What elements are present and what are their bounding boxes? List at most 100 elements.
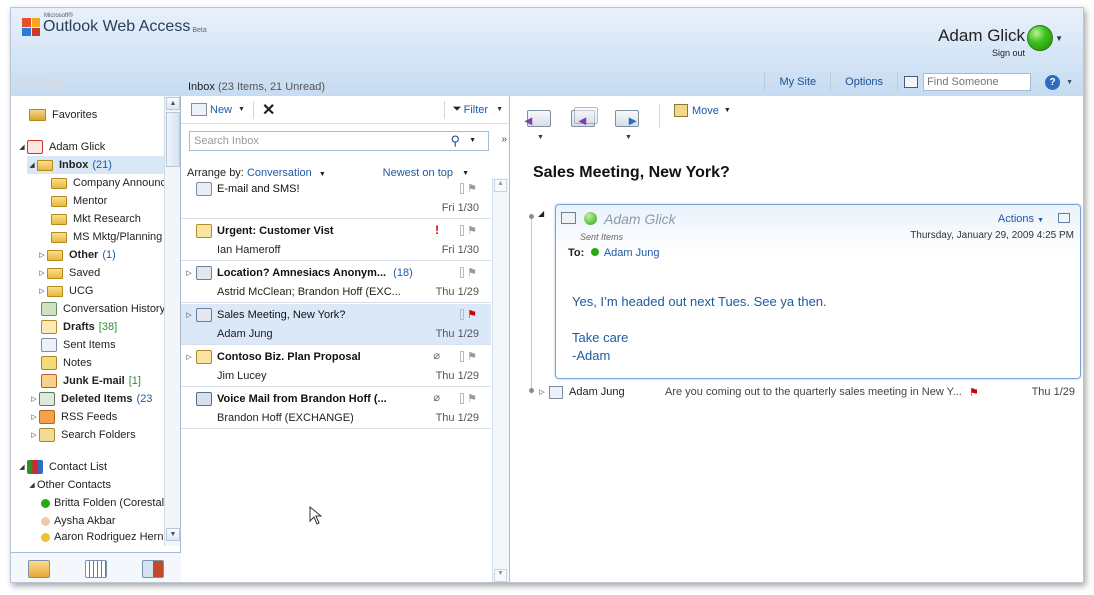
list-scrollbar[interactable]: ▲ ▼ [492, 178, 509, 582]
expand-icon[interactable]: ▷ [29, 395, 39, 403]
search-icon[interactable]: ⚲ [450, 133, 460, 149]
address-book-icon[interactable] [904, 76, 919, 88]
delete-icon[interactable]: ✕ [262, 100, 275, 120]
my-site-link[interactable]: My Site [771, 76, 824, 88]
folder-inbox[interactable]: ◢ Inbox (21) [27, 156, 164, 174]
search-caret-icon[interactable]: ▼ [469, 137, 476, 144]
scroll-up-icon[interactable]: ▲ [166, 97, 180, 110]
new-mail-icon[interactable] [191, 103, 207, 116]
expand-icon[interactable]: ▷ [535, 388, 549, 396]
reply-all-button[interactable]: ◂ [569, 102, 599, 132]
folder-mkt-research[interactable]: Mkt Research [51, 210, 141, 228]
contact-aaron[interactable]: Aaron Rodriguez Hern [41, 530, 163, 544]
scroll-down-icon[interactable]: ▼ [166, 528, 180, 541]
flag-icon[interactable]: ⚑ [467, 308, 477, 321]
find-someone-input[interactable] [923, 73, 1032, 91]
new-caret-icon[interactable]: ▼ [238, 106, 245, 113]
message-row[interactable]: ▷ Contoso Biz. Plan Proposal ⌀ ⚑ Jim Luc… [181, 346, 491, 387]
expand-icon[interactable]: ◢ [27, 481, 37, 489]
contact-britta[interactable]: Britta Folden (Corestal [41, 494, 164, 512]
sign-out-link[interactable]: Sign out [992, 48, 1025, 58]
pop-out-icon[interactable] [1058, 213, 1070, 223]
collapse-icon[interactable]: ◢ [538, 209, 544, 218]
options-link[interactable]: Options [837, 76, 891, 88]
expand-icon[interactable]: ▷ [29, 413, 39, 421]
category-icon[interactable] [460, 183, 464, 194]
expand-icon[interactable]: ▷ [29, 431, 39, 439]
expand-search-icon[interactable]: » [501, 134, 507, 145]
recipient-name[interactable]: Adam Jung [604, 247, 660, 259]
expand-icon[interactable]: ◢ [17, 463, 27, 471]
user-name[interactable]: Adam Glick [938, 26, 1025, 46]
calendar-module-icon[interactable] [84, 559, 107, 578]
message-row[interactable]: Urgent: Customer Vist ! ⚑ Ian Hameroff F… [181, 220, 491, 261]
flag-icon[interactable]: ⚑ [467, 350, 477, 363]
folder-saved[interactable]: ▷ Saved [37, 264, 100, 282]
message-row[interactable]: Voice Mail from Brandon Hoff (... ⌀ ⚑ Br… [181, 388, 491, 429]
new-button[interactable]: New [210, 104, 232, 116]
search-inbox-input[interactable]: Search Inbox ⚲ ▼ [189, 131, 489, 151]
presence-status-icon[interactable] [1027, 25, 1053, 51]
reply-caret-icon[interactable]: ▼ [537, 134, 544, 141]
mail-module-icon[interactable] [28, 559, 51, 578]
expand-icon[interactable]: ◢ [17, 143, 27, 151]
category-icon[interactable] [460, 267, 464, 278]
expand-conversation-icon[interactable]: ▷ [184, 311, 194, 319]
folder-notes[interactable]: Notes [41, 354, 92, 372]
help-icon[interactable]: ? [1045, 74, 1061, 90]
folder-company-announc[interactable]: Company Announc [51, 174, 164, 192]
contact-aysha[interactable]: Aysha Akbar [41, 512, 116, 530]
flag-icon[interactable]: ⚑ [467, 224, 477, 237]
category-icon[interactable] [460, 309, 464, 320]
forward-caret-icon[interactable]: ▼ [625, 134, 632, 141]
scroll-down-icon[interactable]: ▼ [494, 569, 507, 582]
contact-list-node[interactable]: ◢ Contact List [17, 458, 107, 476]
folder-ucg[interactable]: ▷ UCG [37, 282, 93, 300]
folder-other[interactable]: ▷ Other (1) [37, 246, 116, 264]
message-row[interactable]: ▷ Location? Amnesiacs Anonym... (18) ⚑ A… [181, 262, 491, 303]
expand-icon[interactable]: ▷ [37, 269, 47, 277]
category-icon[interactable] [460, 225, 464, 236]
expand-icon[interactable]: ◢ [27, 161, 37, 169]
sort-caret-icon[interactable]: ▼ [462, 170, 469, 177]
folder-sent-items[interactable]: Sent Items [41, 336, 116, 354]
flag-icon[interactable]: ⚑ [467, 266, 477, 279]
expand-icon[interactable]: ▷ [37, 287, 47, 295]
folder-mentor[interactable]: Mentor [51, 192, 107, 210]
flag-icon[interactable]: ⚑ [467, 182, 477, 195]
forward-button[interactable]: ▸ ▼ [613, 102, 643, 141]
expand-conversation-icon[interactable]: ▷ [184, 269, 194, 277]
category-icon[interactable] [460, 393, 464, 404]
scroll-thumb[interactable] [166, 112, 180, 167]
expand-icon[interactable]: ▷ [37, 251, 47, 259]
folder-junk-email[interactable]: Junk E-mail [1] [41, 372, 141, 390]
reply-button[interactable]: ◂ ▼ [525, 102, 555, 141]
presence-caret-icon[interactable]: ▼ [1055, 34, 1063, 43]
folder-rss-feeds[interactable]: ▷ RSS Feeds [29, 408, 117, 426]
actions-menu[interactable]: Actions ▼ [998, 213, 1044, 225]
filter-caret-icon[interactable]: ▼ [496, 106, 503, 113]
conversation-item[interactable]: ▷ Adam Jung Are you coming out to the qu… [535, 383, 1081, 401]
folder-search-folders[interactable]: ▷ Search Folders [29, 426, 136, 444]
filter-icon[interactable]: ⏷ [453, 103, 462, 116]
arrange-caret-icon[interactable]: ▼ [319, 171, 326, 178]
folder-ms-mktg[interactable]: MS Mktg/Planning [51, 228, 162, 246]
flag-icon[interactable]: ⚑ [467, 392, 477, 405]
contacts-module-icon[interactable] [141, 559, 164, 578]
folder-deleted-items[interactable]: ▷ Deleted Items (23 [29, 390, 152, 408]
other-contacts-node[interactable]: ◢ Other Contacts [27, 476, 111, 494]
flag-icon[interactable]: ⚑ [969, 386, 979, 399]
expand-conversation-icon[interactable]: ▷ [184, 353, 194, 361]
category-icon[interactable] [460, 351, 464, 362]
folder-scrollbar[interactable]: ▲ ▼ [164, 96, 180, 546]
message-row-selected[interactable]: ▷ Sales Meeting, New York? ⚑ Adam Jung T… [181, 304, 491, 345]
move-caret-icon[interactable]: ▼ [724, 107, 731, 114]
mailbox-node[interactable]: ◢ Adam Glick [17, 138, 105, 156]
filter-button[interactable]: Filter [464, 104, 488, 116]
sender-name[interactable]: Adam Glick [604, 211, 676, 227]
move-button[interactable]: Move ▼ [674, 104, 731, 117]
scroll-up-icon[interactable]: ▲ [494, 179, 507, 192]
favorites-node[interactable]: Favorites [29, 106, 97, 124]
folder-conversation-history[interactable]: Conversation History [41, 300, 164, 318]
message-row[interactable]: E-mail and SMS! ⚑ Fri 1/30 [181, 178, 491, 219]
